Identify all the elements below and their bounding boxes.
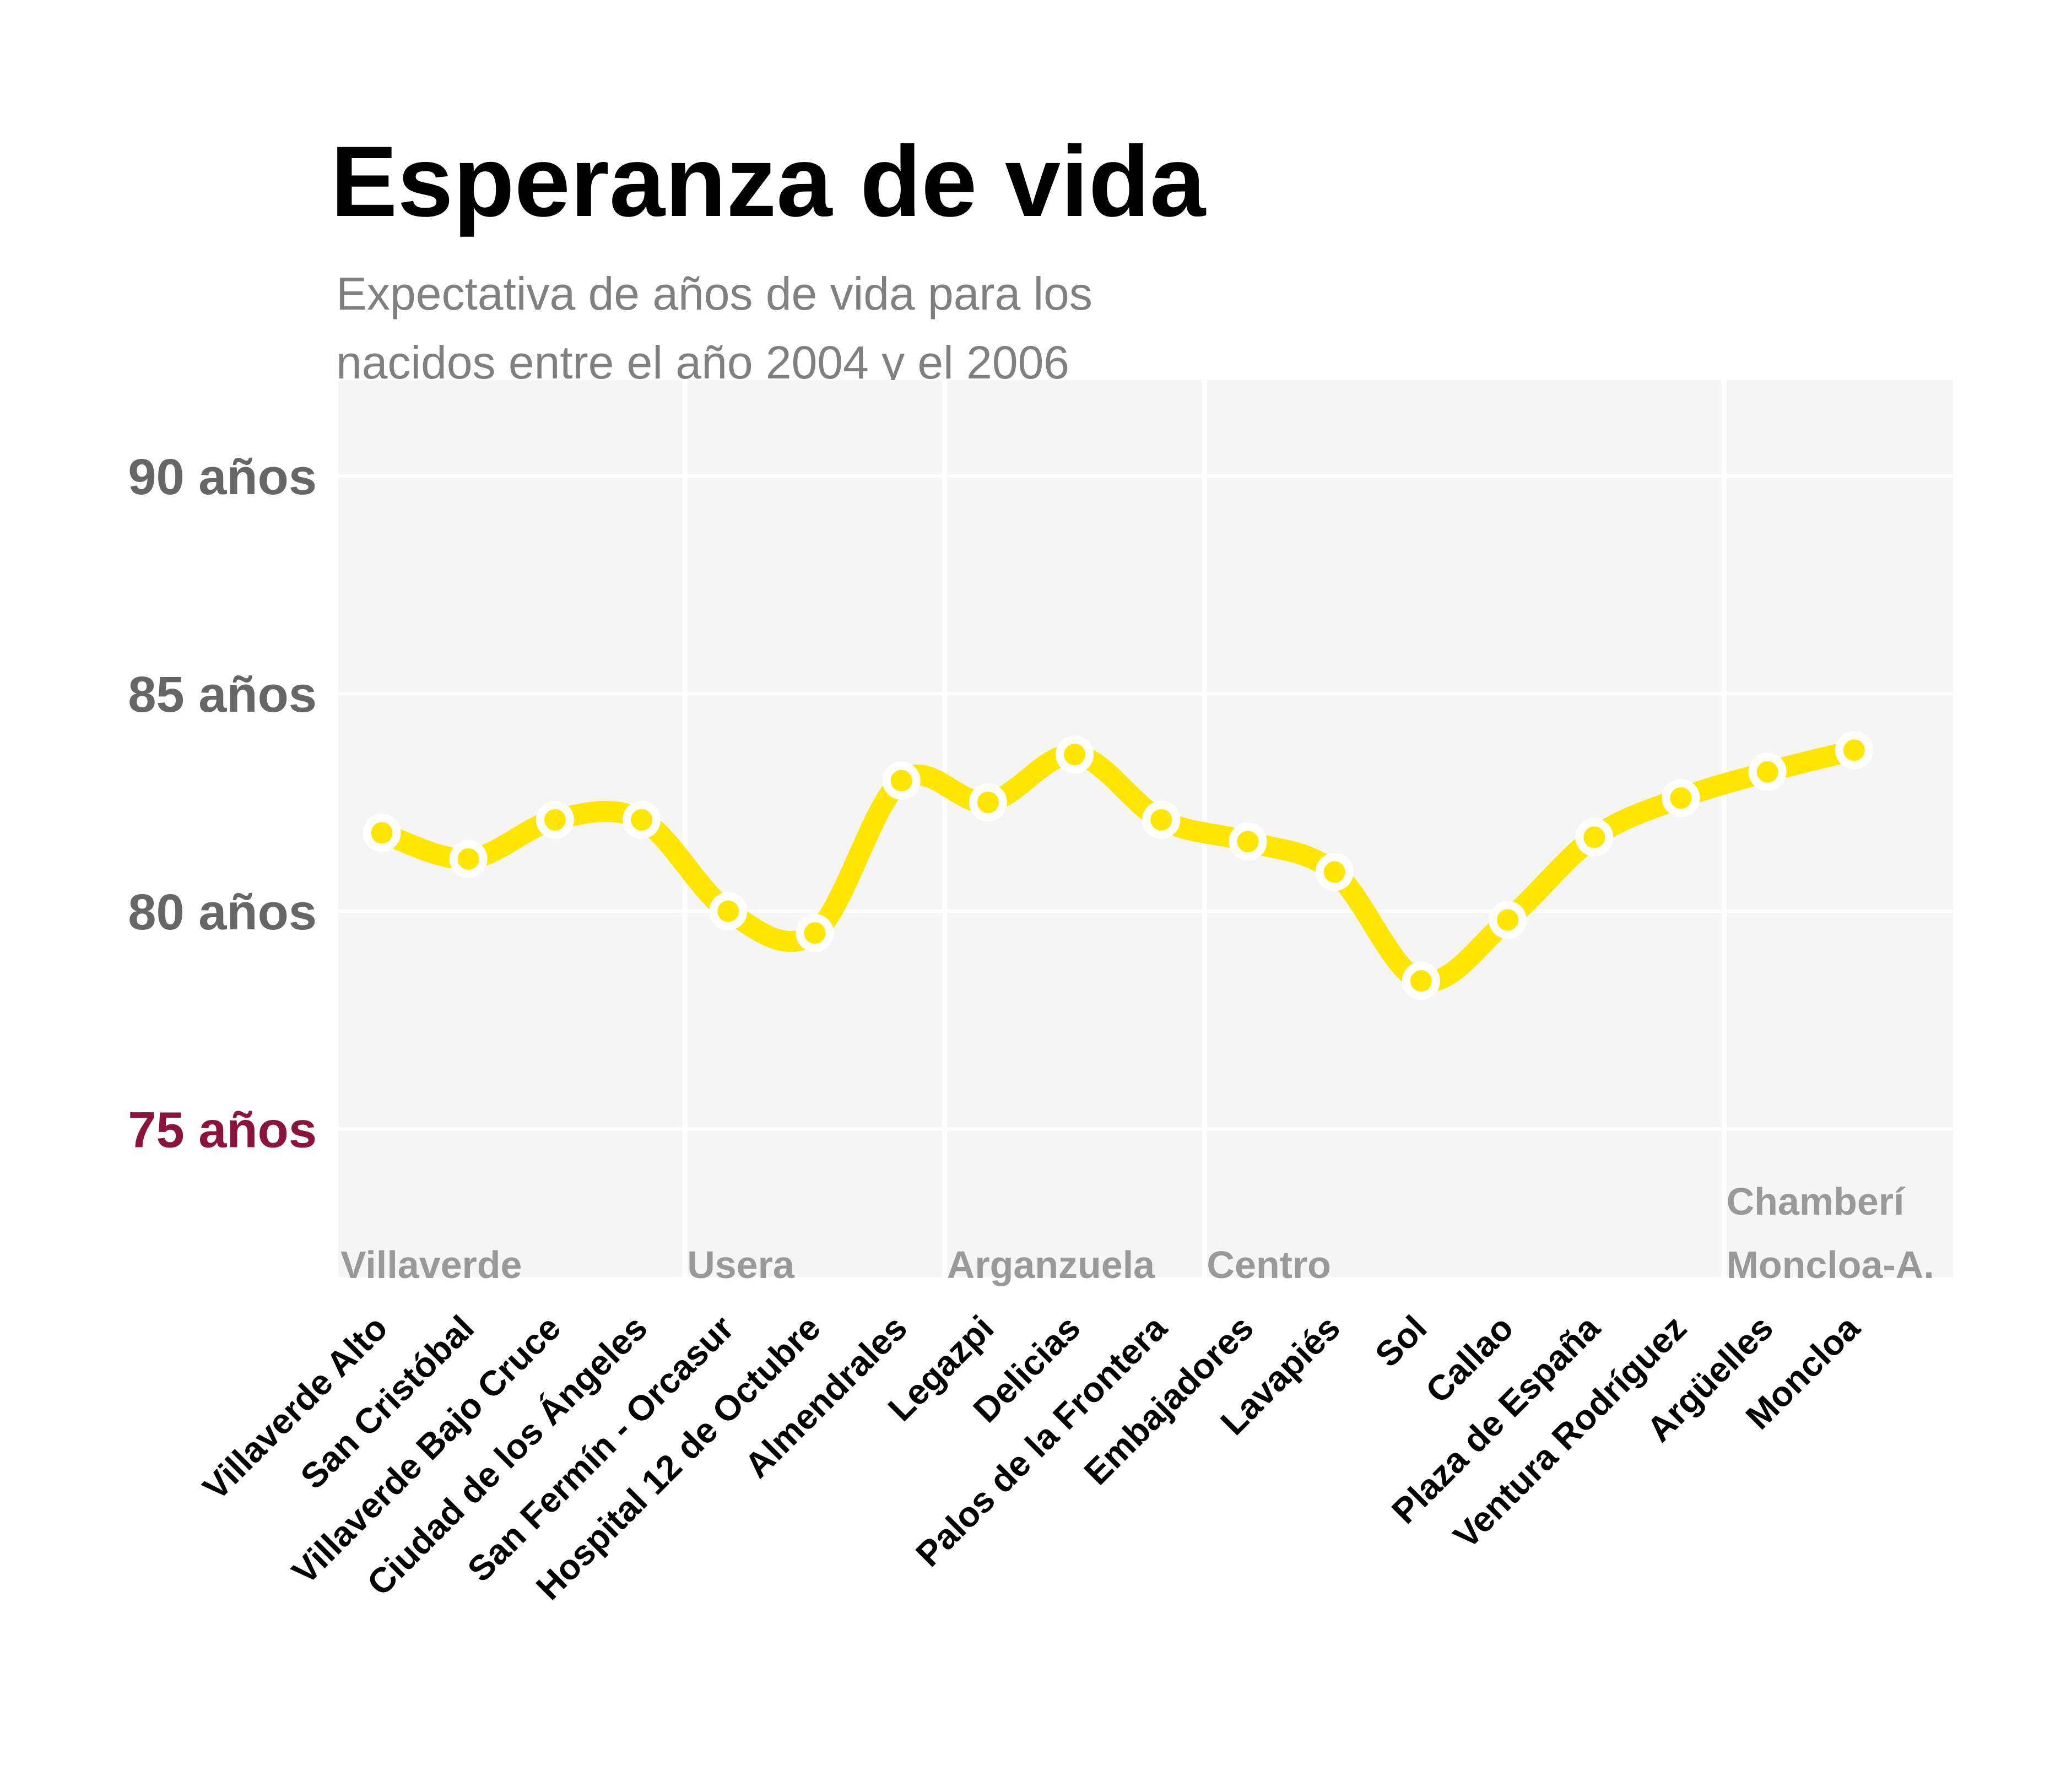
data-point-15	[1662, 779, 1700, 818]
group-label-1: Usera	[687, 1243, 795, 1286]
data-point-4	[709, 892, 748, 930]
group-label-2: Arganzuela	[947, 1243, 1155, 1286]
data-point-13	[1489, 901, 1527, 939]
data-point-16	[1748, 752, 1787, 791]
group-label-3: Centro	[1207, 1243, 1331, 1286]
group-label-4-line-1: Moncloa-A.	[1727, 1243, 1934, 1286]
life-expectancy-chart: Esperanza de vida Expectativa de años de…	[0, 0, 2066, 1792]
data-point-14	[1575, 818, 1614, 857]
data-point-11	[1315, 853, 1354, 891]
data-point-7	[969, 783, 1007, 822]
group-label-4-line-0: Chamberí	[1727, 1180, 1906, 1223]
data-point-8	[1056, 735, 1094, 774]
y-tick-label-1: 85 años	[128, 667, 317, 723]
data-point-6	[882, 761, 921, 800]
data-point-9	[1142, 800, 1181, 839]
group-label-0: Villaverde	[340, 1243, 522, 1286]
data-point-2	[536, 800, 574, 839]
chart-subtitle-line-1: Expectativa de años de vida para los	[336, 268, 1093, 320]
data-point-0	[363, 814, 401, 852]
data-point-5	[796, 914, 834, 952]
data-point-3	[623, 800, 661, 839]
data-point-10	[1229, 822, 1267, 861]
y-tick-label-3: 75 años	[128, 1102, 317, 1158]
y-tick-label-2: 80 años	[128, 884, 317, 940]
y-tick-label-0: 90 años	[128, 449, 317, 505]
data-point-12	[1402, 962, 1440, 1000]
data-point-1	[449, 840, 488, 878]
data-point-17	[1835, 731, 1873, 770]
chart-title: Esperanza de vida	[331, 125, 1207, 237]
